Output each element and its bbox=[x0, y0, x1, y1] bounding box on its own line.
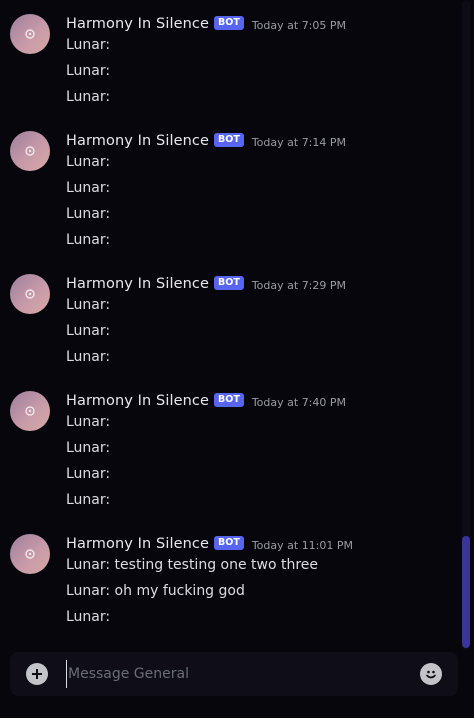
message-list: Harmony In Silence BOT Today at 7:05 PM … bbox=[0, 0, 462, 650]
message-line: Lunar: bbox=[66, 323, 111, 339]
message-line: Lunar: bbox=[66, 206, 111, 222]
message-line: Lunar: bbox=[66, 37, 111, 53]
bot-badge: BOT bbox=[214, 16, 244, 30]
message-lines: Lunar: Lunar: Lunar: bbox=[66, 28, 110, 106]
bot-badge: BOT bbox=[214, 276, 244, 290]
bot-avatar-icon bbox=[25, 29, 35, 39]
message-line: Lunar: bbox=[66, 492, 111, 508]
message-line: Lunar: bbox=[66, 232, 111, 248]
message-lines: Lunar: Lunar: Lunar: Lunar: bbox=[66, 145, 110, 249]
message-line: Lunar: bbox=[66, 414, 111, 430]
message-line: Lunar: bbox=[66, 154, 111, 170]
message-line: Lunar: bbox=[66, 63, 111, 79]
message-line: Lunar: oh my fucking god bbox=[66, 583, 245, 599]
bot-avatar-icon bbox=[25, 289, 35, 299]
message-line: Lunar: testing testing one two three bbox=[66, 557, 319, 573]
timestamp: Today at 7:29 PM bbox=[251, 278, 347, 292]
bot-badge: BOT bbox=[214, 393, 244, 407]
scrollbar-track[interactable] bbox=[462, 0, 470, 650]
avatar[interactable] bbox=[10, 274, 50, 314]
message-lines: Lunar: Lunar: Lunar: bbox=[66, 288, 110, 366]
smiley-icon bbox=[426, 670, 436, 679]
chat-window: Harmony In Silence BOT Today at 7:05 PM … bbox=[0, 0, 474, 718]
message-lines: Lunar: testing testing one two three Lun… bbox=[66, 548, 318, 626]
timestamp: Today at 7:14 PM bbox=[251, 135, 347, 149]
message-line: Lunar: bbox=[66, 440, 111, 456]
avatar[interactable] bbox=[10, 391, 50, 431]
message-line: Lunar: bbox=[66, 349, 111, 365]
message-lines: Lunar: Lunar: Lunar: Lunar: bbox=[66, 405, 110, 509]
avatar[interactable] bbox=[10, 14, 50, 54]
plus-circle-icon bbox=[32, 669, 42, 679]
timestamp: Today at 7:40 PM bbox=[251, 395, 347, 409]
message-line: Lunar: bbox=[66, 180, 111, 196]
message-line: Lunar: bbox=[66, 609, 111, 625]
bot-badge: BOT bbox=[214, 133, 244, 147]
message-line: Lunar: bbox=[66, 297, 111, 313]
message-line: Lunar: bbox=[66, 466, 111, 482]
scrollbar-thumb[interactable] bbox=[462, 536, 470, 648]
add-attachment-button[interactable] bbox=[26, 663, 48, 685]
message-composer bbox=[10, 652, 458, 696]
bot-avatar-icon bbox=[25, 406, 35, 416]
avatar[interactable] bbox=[10, 131, 50, 171]
bot-avatar-icon bbox=[25, 549, 35, 559]
message-input[interactable] bbox=[66, 660, 408, 688]
emoji-button[interactable] bbox=[420, 663, 442, 685]
timestamp: Today at 7:05 PM bbox=[251, 18, 347, 32]
avatar[interactable] bbox=[10, 534, 50, 574]
bot-avatar-icon bbox=[25, 146, 35, 156]
message-line: Lunar: bbox=[66, 89, 111, 105]
